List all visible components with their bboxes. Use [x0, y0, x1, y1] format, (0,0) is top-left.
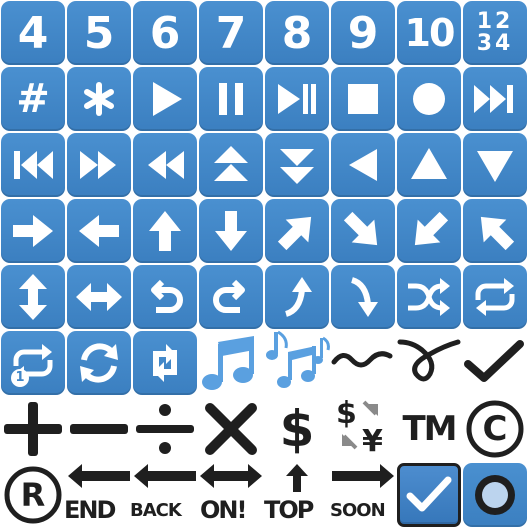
on-arrow-icon: ON! [198, 462, 264, 528]
trade-mark-icon: TM [396, 396, 462, 462]
up-left-arrow-icon [462, 198, 528, 264]
registered-label: R [20, 476, 46, 514]
down-left-arrow-icon [396, 198, 462, 264]
registered-icon: R [0, 462, 66, 528]
keycap-hash-label: # [16, 76, 50, 122]
previous-track-icon [0, 132, 66, 198]
counterclockwise-arrows-icon [66, 330, 132, 396]
on-label: ON! [200, 496, 247, 524]
keycap-4-label: 4 [17, 7, 49, 59]
trade-mark-label: TM [402, 409, 457, 449]
fast-down-icon [264, 132, 330, 198]
keycap-4-icon: 4 [0, 0, 66, 66]
check-box-icon [396, 462, 462, 528]
keycap-7-label: 7 [215, 7, 247, 59]
down-triangle-icon [462, 132, 528, 198]
keycap-7-icon: 7 [198, 0, 264, 66]
keycap-5-label: 5 [83, 7, 115, 59]
top-label: TOP [264, 496, 314, 524]
pause-icon [198, 66, 264, 132]
curve-down-icon [330, 264, 396, 330]
right-arrow-icon [0, 198, 66, 264]
clockwise-arrows-icon [132, 330, 198, 396]
keycap-hash-icon: # [0, 66, 66, 132]
wavy-dash-icon [330, 330, 396, 396]
input-numbers-bottom: 34 [476, 31, 514, 56]
keycap-8-label: 8 [281, 7, 313, 59]
keycap-9-icon: 9 [330, 0, 396, 66]
emoji-sheet: 4 5 6 7 8 9 10 12 34 # 1 $ $ ¥ TM C R EN… [0, 0, 528, 528]
up-triangle-icon [396, 132, 462, 198]
musical-notes-icon [264, 330, 330, 396]
up-arrow-icon [132, 198, 198, 264]
play-pause-icon [264, 66, 330, 132]
curve-up-icon [264, 264, 330, 330]
repeat-one-icon: 1 [0, 330, 66, 396]
down-right-arrow-icon [330, 198, 396, 264]
curly-loop-icon [396, 330, 462, 396]
end-label: END [64, 496, 116, 524]
input-numbers-icon: 12 34 [462, 0, 528, 66]
plus-icon [0, 396, 66, 462]
keycap-10-icon: 10 [396, 0, 462, 66]
back-arrow-icon: BACK [130, 462, 198, 528]
soon-label: SOON [330, 500, 386, 521]
divide-icon [132, 396, 198, 462]
fast-forward-icon [66, 132, 132, 198]
keycap-8-icon: 8 [264, 0, 330, 66]
repeat-one-badge: 1 [15, 370, 25, 385]
keycap-10-label: 10 [404, 11, 456, 55]
rewind-icon [132, 132, 198, 198]
back-label: BACK [130, 500, 182, 521]
end-arrow-icon: END [64, 462, 132, 528]
reverse-icon [330, 132, 396, 198]
up-down-arrow-icon [0, 264, 66, 330]
keycap-5-icon: 5 [66, 0, 132, 66]
multiply-icon [198, 396, 264, 462]
next-track-icon [462, 66, 528, 132]
radio-button-icon [462, 462, 528, 528]
minus-icon [66, 396, 132, 462]
keycap-9-label: 9 [347, 7, 379, 59]
left-arrow-icon [66, 198, 132, 264]
up-right-arrow-icon [264, 198, 330, 264]
stop-icon [330, 66, 396, 132]
keycap-asterisk-icon [66, 66, 132, 132]
musical-note-icon [198, 330, 264, 396]
currency-exchange-icon: $ ¥ [336, 396, 383, 459]
keycap-6-label: 6 [149, 7, 181, 59]
top-arrow-icon: TOP [264, 462, 330, 528]
input-numbers-top: 12 [476, 9, 514, 34]
left-right-arrow-icon [66, 264, 132, 330]
soon-arrow-icon: SOON [330, 462, 396, 528]
copyright-label: C [482, 409, 508, 449]
copyright-icon: C [462, 396, 528, 462]
check-mark-icon [462, 330, 528, 396]
down-arrow-icon [198, 198, 264, 264]
shuffle-icon [396, 264, 462, 330]
keycap-6-icon: 6 [132, 0, 198, 66]
play-icon [132, 66, 198, 132]
return-left-icon [132, 264, 198, 330]
record-icon [396, 66, 462, 132]
dollar-icon: $ [279, 400, 315, 458]
return-right-icon [198, 264, 264, 330]
repeat-icon [462, 264, 528, 330]
fast-up-icon [198, 132, 264, 198]
